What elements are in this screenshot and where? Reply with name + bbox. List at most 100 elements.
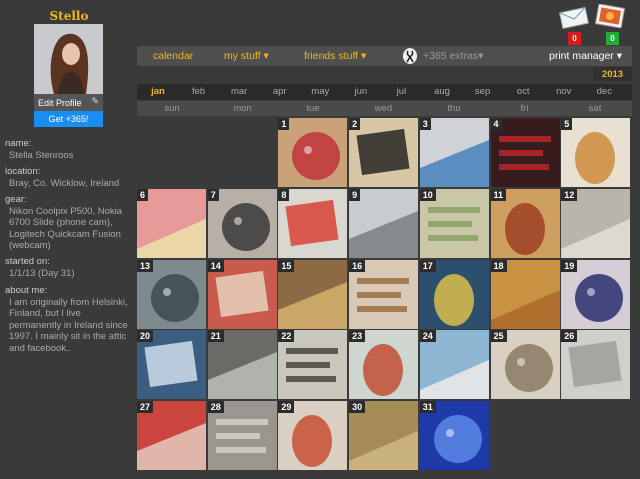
nav-print-manager[interactable]: print manager ▾	[549, 50, 622, 62]
day-number: 15	[278, 259, 295, 272]
calendar-grid: 1 2 3 4 5 6 7 8 9 10 11 12 13 14 15 16 17 18 19 20 21 22 23 24 2…	[137, 118, 632, 471]
day-cell[interactable]: 17	[419, 259, 489, 329]
day-cell[interactable]: 29	[278, 401, 348, 471]
weekday-fri: fri	[520, 103, 529, 114]
nav-365-extras[interactable]: +365 extras▾	[423, 50, 483, 62]
day-cell[interactable]: 27	[137, 401, 206, 471]
day-number: 6	[137, 188, 149, 201]
year-selector[interactable]: 2013	[593, 67, 632, 81]
day-cell[interactable]: 23	[349, 330, 419, 400]
month-may[interactable]: may	[311, 86, 329, 97]
day-number: 20	[137, 330, 154, 343]
month-dec[interactable]: dec	[597, 86, 612, 97]
photos-icon[interactable]	[594, 4, 626, 28]
day-cell[interactable]: 8	[278, 188, 348, 258]
day-cell[interactable]: 31	[419, 401, 489, 471]
day-cell[interactable]: 14	[207, 259, 277, 329]
day-cell[interactable]: 19	[561, 259, 631, 329]
month-sep[interactable]: sep	[475, 86, 490, 97]
day-cell[interactable]: 6	[137, 188, 206, 258]
day-cell[interactable]: 18	[490, 259, 560, 329]
edit-profile-button[interactable]: Edit Profile ✎	[34, 94, 103, 111]
day-cell[interactable]: 30	[349, 401, 419, 471]
month-feb[interactable]: feb	[192, 86, 205, 97]
day-cell[interactable]: 10	[419, 188, 489, 258]
day-number: 21	[207, 330, 224, 343]
month-mar[interactable]: mar	[231, 86, 247, 97]
day-number: 12	[561, 188, 578, 201]
ribbon-icon[interactable]	[403, 48, 417, 64]
day-cell[interactable]: 28	[207, 401, 277, 471]
info-location: location: Bray, Co. Wicklow, Ireland	[5, 166, 119, 189]
day-cell[interactable]: 16	[349, 259, 419, 329]
day-number: 3	[419, 118, 431, 130]
pencil-icon: ✎	[91, 96, 99, 106]
profile-name[interactable]: Stello	[34, 9, 104, 23]
day-cell[interactable]: 9	[349, 188, 419, 258]
day-number: 11	[490, 188, 507, 201]
day-number: 24	[419, 330, 436, 343]
day-cell[interactable]: 15	[278, 259, 348, 329]
get-365-button[interactable]: Get +365!	[34, 111, 103, 127]
started-value: 1/1/13 (Day 31)	[9, 267, 75, 279]
info-name: name: Stella Stenroos	[5, 138, 73, 161]
day-cell[interactable]: 24	[419, 330, 489, 400]
day-number: 31	[419, 401, 436, 414]
info-gear: gear: Nikon Coolpix P500, Nokia 6700 Sli…	[5, 194, 135, 252]
weekday-thu: thu	[447, 103, 461, 114]
day-cell[interactable]: 11	[490, 188, 560, 258]
day-cell[interactable]: 12	[561, 188, 631, 258]
month-apr[interactable]: apr	[273, 86, 287, 97]
month-jun[interactable]: jun	[355, 86, 368, 97]
location-value: Bray, Co. Wicklow, Ireland	[9, 177, 120, 189]
day-cell[interactable]: 7	[207, 188, 277, 258]
name-value: Stella Stenroos	[9, 149, 74, 161]
day-number: 27	[137, 401, 154, 414]
info-started: started on: 1/1/13 (Day 31)	[5, 256, 74, 279]
day-number: 4	[490, 118, 502, 130]
day-cell[interactable]: 4	[490, 118, 560, 187]
day-cell[interactable]: 20	[137, 330, 206, 400]
info-about: about me: I am originally from Helsinki,…	[5, 285, 133, 354]
weekday-wed: wed	[374, 103, 393, 114]
nav-friends-stuff[interactable]: friends stuff ▾	[304, 50, 366, 62]
day-cell[interactable]: 3	[419, 118, 489, 187]
main-nav: calendar my stuff ▾ friends stuff ▾ +365…	[137, 46, 632, 66]
month-jul[interactable]: jul	[397, 86, 407, 97]
about-label: about me:	[5, 285, 48, 296]
location-label: location:	[5, 166, 41, 177]
day-number: 13	[137, 259, 154, 272]
day-number: 25	[490, 330, 507, 343]
messages-count-badge[interactable]: 0	[568, 32, 581, 45]
weekday-header: sun mon tue wed thu fri sat	[137, 101, 632, 116]
month-bar: jan feb mar apr may jun jul aug sep oct nov dec	[137, 84, 632, 100]
edit-profile-label: Edit Profile	[38, 97, 82, 108]
day-number: 19	[561, 259, 578, 272]
nav-my-stuff[interactable]: my stuff ▾	[224, 50, 269, 62]
weekday-mon: mon	[233, 103, 252, 114]
day-number: 5	[561, 118, 573, 130]
day-cell[interactable]: 25	[490, 330, 560, 400]
day-cell[interactable]: 2	[349, 118, 419, 187]
messages-icon[interactable]	[558, 7, 590, 29]
month-aug[interactable]: aug	[434, 86, 450, 97]
nav-calendar[interactable]: calendar	[153, 50, 193, 62]
day-number: 28	[207, 401, 224, 414]
day-number: 26	[561, 330, 578, 343]
avatar[interactable]	[34, 24, 103, 94]
month-jan[interactable]: jan	[151, 86, 165, 97]
day-cell[interactable]: 13	[137, 259, 206, 329]
day-cell[interactable]: 5	[561, 118, 631, 187]
day-cell[interactable]: 1	[278, 118, 348, 187]
day-cell[interactable]: 21	[207, 330, 277, 400]
day-cell[interactable]: 22	[278, 330, 348, 400]
month-oct[interactable]: oct	[517, 86, 530, 97]
day-number: 7	[207, 188, 219, 201]
day-cell[interactable]: 26	[561, 330, 631, 400]
started-label: started on:	[5, 256, 50, 267]
name-label: name:	[5, 138, 32, 149]
photos-count-badge[interactable]: 0	[606, 32, 619, 45]
weekday-sat: sat	[588, 103, 602, 114]
gear-value: Nikon Coolpix P500, Nokia 6700 Slide (ph…	[9, 205, 123, 252]
month-nov[interactable]: nov	[556, 86, 571, 97]
